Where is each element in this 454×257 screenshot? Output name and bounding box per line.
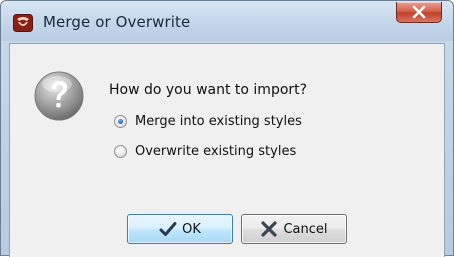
title-bar[interactable]: Merge or Overwrite (1, 1, 453, 41)
radio-dot (118, 118, 123, 124)
radio-merge-option[interactable]: Merge into existing styles (114, 112, 302, 130)
radio-button-unselected[interactable] (114, 144, 127, 158)
x-cross-icon (261, 221, 278, 237)
question-mark-icon (34, 71, 84, 121)
close-button[interactable] (396, 2, 442, 23)
prompt-text: How do you want to import? (109, 82, 308, 98)
ok-label: OK (182, 221, 201, 237)
radio-merge-label[interactable]: Merge into existing styles (135, 114, 302, 129)
dialog-window: Merge or Overwrite How do you want to im… (0, 0, 454, 257)
radio-button-selected[interactable] (114, 114, 127, 128)
app-logo-icon (13, 14, 33, 32)
ok-button[interactable]: OK (127, 214, 233, 244)
radio-overwrite-label[interactable]: Overwrite existing styles (135, 144, 296, 159)
cancel-label: Cancel (283, 221, 328, 237)
checkmark-icon (159, 222, 177, 236)
dialog-content: How do you want to import? Merge into ex… (9, 43, 445, 257)
cancel-button[interactable]: Cancel (241, 214, 347, 244)
close-icon (412, 5, 426, 19)
window-title: Merge or Overwrite (43, 13, 191, 31)
radio-overwrite-option[interactable]: Overwrite existing styles (114, 142, 296, 160)
